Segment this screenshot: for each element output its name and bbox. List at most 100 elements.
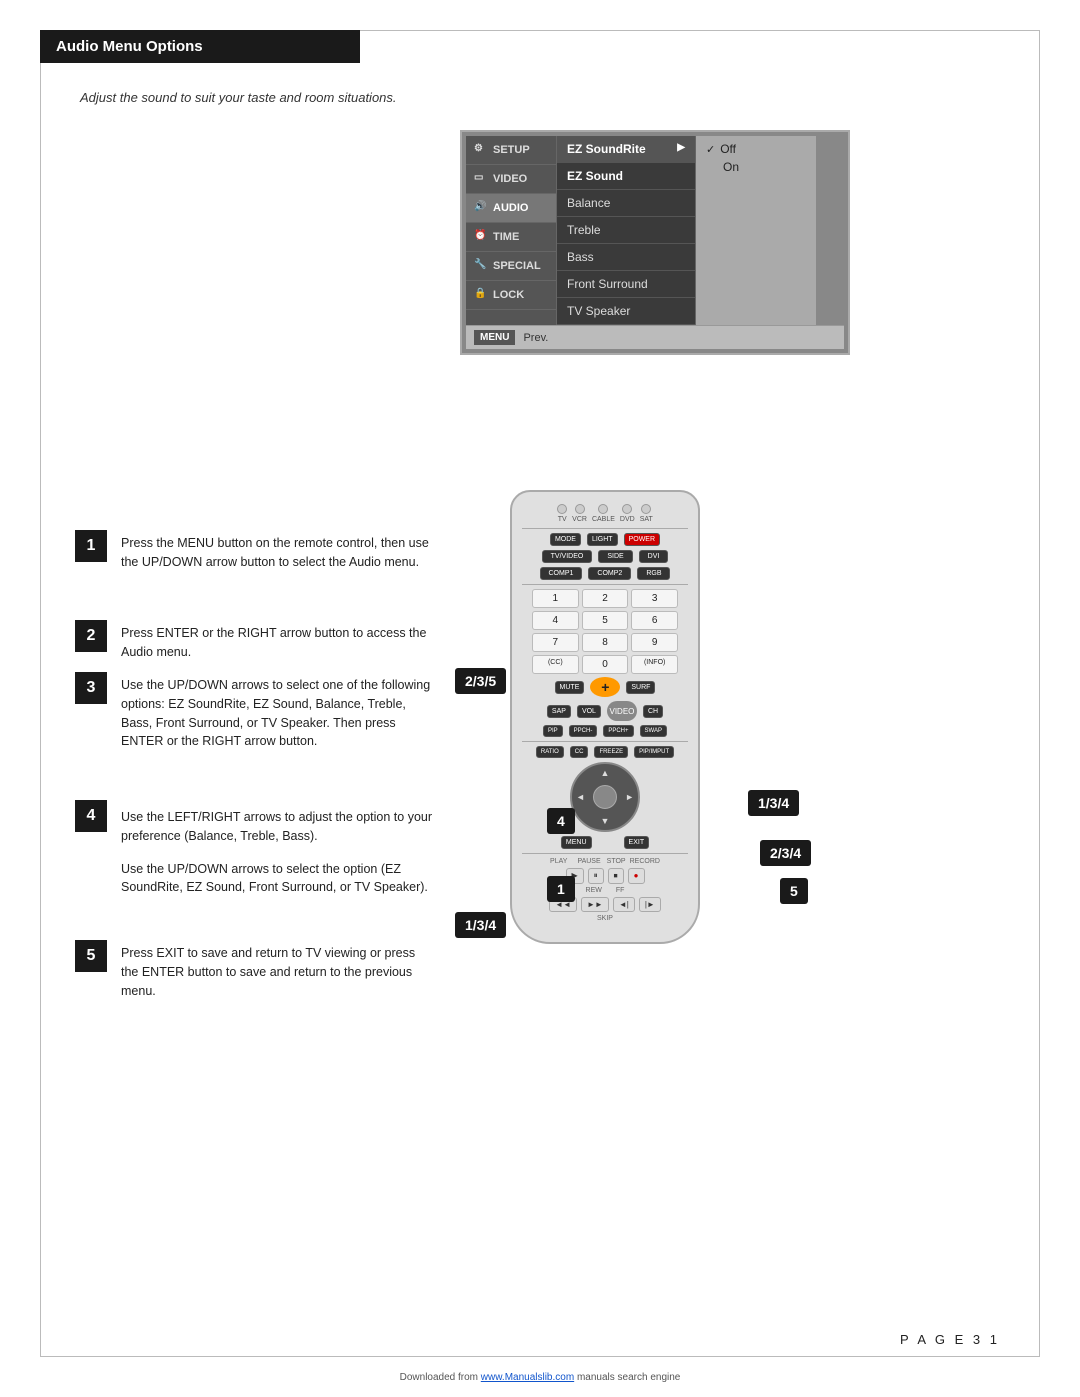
ff-btn[interactable]: ►► [581,897,609,912]
cable-dot[interactable] [598,504,608,514]
dvd-dot[interactable] [622,504,632,514]
num-0[interactable]: 0 [582,655,629,674]
menu-option-balance[interactable]: Balance [557,190,695,217]
num-3[interactable]: 3 [631,589,678,608]
ppch-minus-btn[interactable]: PPCH- [569,725,598,737]
callout-4: 4 [547,808,575,834]
lock-label: LOCK [493,289,524,301]
num-1[interactable]: 1 [532,589,579,608]
comp2-btn[interactable]: COMP2 [588,567,631,580]
vol-btn[interactable]: VOL [577,705,601,718]
nav-left[interactable]: ◄ [576,792,585,802]
clock-icon: ⏰ [474,230,488,244]
menu-option-frontsurround[interactable]: Front Surround [557,271,695,298]
video-display: VIDEO [607,701,637,721]
audio-label: AUDIO [493,202,528,214]
stop-btn[interactable]: ⏹ [608,868,624,884]
num-7[interactable]: 7 [532,633,579,652]
step-2: 2 Press ENTER or the RIGHT arrow button … [75,620,435,662]
ch-btn[interactable]: CH [643,705,663,718]
step-5: 5 Press EXIT to save and return to TV vi… [75,940,435,1000]
menu-item-lock[interactable]: 🔒 LOCK [466,281,556,310]
page-number: P A G E 3 1 [900,1332,1000,1347]
nav-right[interactable]: ► [625,792,634,802]
step-text-4b: Use the UP/DOWN arrows to select the opt… [121,856,435,898]
callout-1: 1 [547,876,575,902]
menu-value-off: ✓ Off [706,142,806,156]
record-btn[interactable]: ● [628,868,645,884]
step-number-1: 1 [75,530,107,562]
step-number-3: 3 [75,672,107,704]
sat-dot[interactable] [641,504,651,514]
tv-dot[interactable] [557,504,567,514]
num-2[interactable]: 2 [582,589,629,608]
menu-item-special[interactable]: 🔧 SPECIAL [466,252,556,281]
remote-control: TV VCR CABLE DVD SAT MODE LIGHT POWER TV… [510,490,700,944]
source-buttons-row: TV VCR CABLE DVD SAT [522,504,688,523]
ratio-btn[interactable]: RATIO [536,746,564,758]
step-1: 1 Press the MENU button on the remote co… [75,530,435,572]
side-btn[interactable]: SIDE [598,550,632,563]
skip-label: SKIP [522,915,688,922]
swap-btn[interactable]: SWAP [640,725,667,737]
num-5[interactable]: 5 [582,611,629,630]
mute-btn[interactable]: MUTE [555,681,585,694]
menu-item-time[interactable]: ⏰ TIME [466,223,556,252]
footer-link[interactable]: www.Manualslib.com [481,1372,574,1383]
num-8[interactable]: 8 [582,633,629,652]
mode-btn[interactable]: MODE [550,533,581,546]
step-4: 4 Use the LEFT/RIGHT arrows to adjust th… [75,800,435,897]
menu-option-treble[interactable]: Treble [557,217,695,244]
menu-bottom-bar: MENU Prev. [466,325,844,349]
nav-up[interactable]: ▲ [601,768,610,778]
special-label: SPECIAL [493,260,541,272]
menu-button-label: MENU [474,330,515,345]
tvvideo-btn[interactable]: TV/VIDEO [542,550,593,563]
pip-input-btn[interactable]: PIP/IMPUT [634,746,674,758]
step-3: 3 Use the UP/DOWN arrows to select one o… [75,672,435,751]
prev-track-btn[interactable]: ◄| [613,897,635,912]
power-btn[interactable]: POWER [624,533,660,546]
video-label: VIDEO [493,173,527,185]
ppch-plus-btn[interactable]: PPCH+ [603,725,633,737]
menu-item-audio[interactable]: 🔊 AUDIO [466,194,556,223]
dvi-btn[interactable]: DVI [639,550,669,563]
surf-btn[interactable]: SURF [626,681,655,694]
prev-label: Prev. [523,332,548,344]
nav-enter[interactable] [593,785,617,809]
pause-btn[interactable]: ⏸ [588,868,604,884]
wrench-icon: 🔧 [474,259,488,273]
lock-icon: 🔒 [474,288,488,302]
subtitle: Adjust the sound to suit your taste and … [80,90,397,105]
comp1-btn[interactable]: COMP1 [540,567,583,580]
menu-option-ezsound[interactable]: EZ Sound [557,163,695,190]
surf-area: + [590,677,620,697]
num-cc[interactable]: (CC) [532,655,579,674]
step-text-5: Press EXIT to save and return to TV view… [121,940,435,1000]
freeze-btn[interactable]: FREEZE [594,746,628,758]
pip-btn[interactable]: PIP [543,725,563,737]
vcr-dot[interactable] [575,504,585,514]
menu-item-setup[interactable]: ⚙ SETUP [466,136,556,165]
menu-option-bass[interactable]: Bass [557,244,695,271]
num-9[interactable]: 9 [631,633,678,652]
menu-option-ezsoundrite[interactable]: EZ SoundRite ▶ [557,136,695,163]
exit-btn[interactable]: EXIT [624,836,650,849]
num-info[interactable]: (INFO) [631,655,678,674]
sap-btn[interactable]: SAP [547,705,571,718]
cc-btn[interactable]: CC [570,746,589,758]
next-track-btn[interactable]: |► [639,897,661,912]
num-4[interactable]: 4 [532,611,579,630]
num-6[interactable]: 6 [631,611,678,630]
rgb-btn[interactable]: RGB [637,567,670,580]
menu-btn[interactable]: MENU [561,836,592,849]
step-text-2: Press ENTER or the RIGHT arrow button to… [121,620,435,662]
gear-icon: ⚙ [474,143,488,157]
menu-option-tvspeaker[interactable]: TV Speaker [557,298,695,325]
light-btn[interactable]: LIGHT [587,533,618,546]
time-label: TIME [493,231,519,243]
callout-234: 2/3/4 [760,840,811,866]
header-bar: Audio Menu Options [40,30,360,63]
nav-down[interactable]: ▼ [601,816,610,826]
menu-item-video[interactable]: ▭ VIDEO [466,165,556,194]
